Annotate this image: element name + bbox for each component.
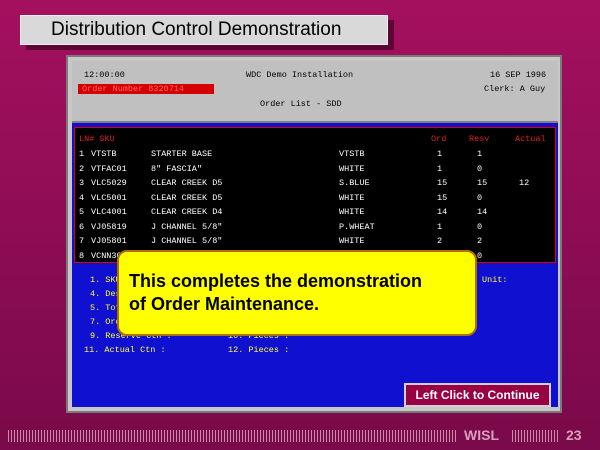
- continue-button[interactable]: Left Click to Continue: [404, 383, 551, 407]
- screen-title: Order List - SDD: [260, 99, 342, 109]
- footer-barcode-left: [8, 430, 456, 442]
- cell-actual: 12: [519, 178, 530, 188]
- cell-line-number: 2: [79, 163, 85, 174]
- cell-sku: VTFAC01: [91, 163, 127, 174]
- cell-color: WHITE: [339, 192, 365, 203]
- cell-reserved: 0: [477, 221, 483, 232]
- cell-sku: VJ05819: [91, 221, 127, 232]
- column-header-ord: Ord: [431, 134, 447, 144]
- cell-description: CLEAR CREEK D4: [151, 207, 223, 217]
- cell-reserved: 0: [477, 250, 483, 261]
- cell-color: WHITE: [339, 163, 365, 174]
- cell-line-number: 6: [79, 221, 85, 232]
- column-header-resv: Resv: [469, 134, 490, 144]
- terminal-time: 12:00:00: [84, 70, 125, 80]
- field-unit[interactable]: Unit:: [482, 275, 508, 285]
- field-actual-pieces[interactable]: 12. Pieces :: [228, 345, 289, 355]
- cell-description: CLEAR CREEK D5: [151, 192, 223, 203]
- terminal-window: 12:00:00 WDC Demo Installation 16 SEP 19…: [66, 55, 562, 413]
- completion-callout: This completes the demonstration of Orde…: [117, 250, 477, 336]
- cell-line-number: 8: [79, 250, 85, 261]
- terminal-date: 16 SEP 1996: [490, 70, 547, 80]
- cell-line-number: 3: [79, 178, 85, 188]
- cell-ordered: 2: [437, 236, 443, 246]
- cell-color: VTSTB: [339, 149, 365, 159]
- field-actual-ctn[interactable]: 11. Actual Ctn :: [84, 345, 166, 355]
- page-number: 23: [566, 427, 582, 443]
- cell-sku: VLC5001: [91, 192, 127, 203]
- cell-sku: VTSTB: [91, 149, 117, 159]
- cell-reserved: 1: [477, 149, 483, 159]
- cell-line-number: 4: [79, 192, 85, 203]
- cell-description: 8" FASCIA": [151, 163, 203, 174]
- cell-color: S.BLUE: [339, 178, 370, 188]
- terminal-screen: 12:00:00 WDC Demo Installation 16 SEP 19…: [72, 61, 558, 407]
- clerk-name: Clerk: A Guy: [484, 84, 546, 94]
- cell-ordered: 15: [437, 192, 448, 203]
- cell-description: CLEAR CREEK D5: [151, 178, 223, 188]
- cell-color: P.WHEAT: [339, 221, 375, 232]
- cell-line-number: 5: [79, 207, 85, 217]
- cell-description: J CHANNEL 5/8": [151, 236, 223, 246]
- cell-sku: VLC4001: [91, 207, 127, 217]
- callout-line-1: This completes the demonstration: [129, 271, 423, 291]
- cell-reserved: 14: [477, 207, 488, 217]
- cell-reserved: 2: [477, 236, 483, 246]
- order-number-badge: Order Number 8320714: [78, 84, 214, 94]
- cell-line-number: 1: [79, 149, 85, 159]
- cell-ordered: 1: [437, 163, 443, 174]
- cell-ordered: 14: [437, 207, 448, 217]
- cell-color: WHITE: [339, 207, 365, 217]
- cell-ordered: 1: [437, 221, 443, 232]
- cell-ordered: 15: [437, 178, 448, 188]
- column-header-ln-sku: LN# SKU: [79, 134, 115, 144]
- cell-reserved: 15: [477, 178, 488, 188]
- cell-sku: VJ05801: [91, 236, 127, 246]
- cell-description: STARTER BASE: [151, 149, 213, 159]
- cell-color: WHITE: [339, 236, 365, 246]
- cell-line-number: 7: [79, 236, 85, 246]
- cell-reserved: 0: [477, 192, 483, 203]
- footer-brand: WISL: [464, 427, 499, 443]
- cell-ordered: 1: [437, 149, 443, 159]
- column-header-actual: Actual: [515, 134, 546, 144]
- terminal-header: 12:00:00 WDC Demo Installation 16 SEP 19…: [72, 61, 558, 123]
- order-list-table: LN# SKU Ord Resv Actual 1 VTSTB STARTER BA…: [74, 127, 556, 263]
- footer-barcode-right: [512, 430, 558, 442]
- cell-sku: VLC5029: [91, 178, 127, 188]
- callout-line-2: of Order Maintenance.: [129, 294, 320, 314]
- terminal-system-name: WDC Demo Installation: [246, 70, 354, 80]
- cell-description: J CHANNEL 5/8": [151, 221, 223, 232]
- cell-reserved: 0: [477, 163, 483, 174]
- slide-title: Distribution Control Demonstration: [20, 15, 388, 45]
